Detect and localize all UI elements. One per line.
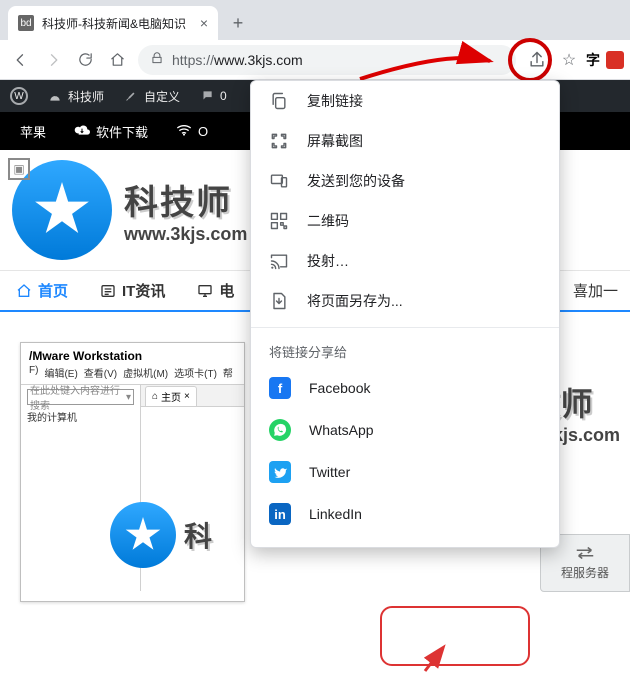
devices-icon: [269, 171, 289, 191]
swap-icon: [574, 546, 596, 560]
wp-site-name[interactable]: 科技师: [38, 80, 114, 112]
nav-it-news[interactable]: IT资讯: [84, 271, 181, 310]
vm-window-title: /Mware Workstation: [21, 343, 244, 365]
cat-apple[interactable]: 苹果: [0, 122, 60, 141]
home-icon: [16, 283, 32, 299]
tab-title: 科技师-科技新闻&电脑知识: [42, 15, 192, 32]
share-cast[interactable]: 投射…: [251, 241, 559, 281]
news-icon: [100, 283, 116, 299]
share-menu: 复制链接 屏幕截图 发送到您的设备 二维码 投射… 将页面另存为... 将链接分…: [250, 80, 560, 548]
wp-logo[interactable]: W: [0, 80, 38, 112]
wifi-icon: [176, 124, 192, 139]
gauge-icon: [48, 89, 62, 103]
share-whatsapp[interactable]: WhatsApp: [251, 409, 559, 451]
whatsapp-icon: [269, 419, 291, 441]
vm-search-input[interactable]: 在此处键入内容进行搜索▾: [27, 389, 134, 405]
browser-tabstrip: bd 科技师-科技新闻&电脑知识 × +: [0, 0, 630, 40]
image-placeholder-icon: ▣: [8, 158, 30, 180]
cat-wifi[interactable]: O: [162, 124, 222, 139]
share-screenshot[interactable]: 屏幕截图: [251, 121, 559, 161]
wp-customize[interactable]: 自定义: [114, 80, 190, 112]
close-tab-icon[interactable]: ×: [200, 15, 208, 31]
vm-tab-home[interactable]: ⌂ 主页 ×: [145, 386, 197, 406]
home-button[interactable]: [102, 45, 132, 75]
share-copy-link[interactable]: 复制链接: [251, 81, 559, 121]
cat-download[interactable]: 软件下载: [60, 122, 162, 141]
browser-tab[interactable]: bd 科技师-科技新闻&电脑知识 ×: [8, 6, 218, 40]
annotation-arrow-2: [420, 641, 450, 674]
share-save-page[interactable]: 将页面另存为...: [251, 281, 559, 321]
facebook-icon: f: [269, 377, 291, 399]
forward-button[interactable]: [38, 45, 68, 75]
nav-home[interactable]: 首页: [0, 271, 84, 310]
share-button[interactable]: [522, 45, 552, 75]
share-section-label: 将链接分享给: [251, 327, 559, 367]
brush-icon: [124, 89, 138, 103]
twitter-icon: [269, 461, 291, 483]
linkedin-icon: in: [269, 503, 291, 525]
lock-icon: [150, 51, 164, 68]
share-qr-code[interactable]: 二维码: [251, 201, 559, 241]
qr-icon: [269, 211, 289, 231]
font-menu[interactable]: 字: [586, 50, 600, 70]
bookmark-star-icon[interactable]: ☆: [554, 45, 584, 75]
crop-icon: [269, 131, 289, 151]
cast-icon: [269, 251, 289, 271]
watermark-logo-icon: [110, 502, 176, 568]
extension-icon[interactable]: [606, 51, 624, 69]
favicon-icon: bd: [18, 15, 34, 31]
home-icon: ⌂: [152, 391, 158, 402]
save-page-icon: [269, 291, 289, 311]
url-text: https://www.3kjs.com: [172, 52, 504, 68]
share-send-devices[interactable]: 发送到您的设备: [251, 161, 559, 201]
comment-icon: [200, 89, 214, 103]
share-linkedin[interactable]: in LinkedIn: [251, 493, 559, 535]
annotation-box: [380, 606, 530, 666]
back-button[interactable]: [6, 45, 36, 75]
wp-comments[interactable]: 0: [190, 80, 237, 112]
cloud-download-icon: [74, 124, 90, 139]
monitor-icon: [197, 283, 213, 299]
new-tab-button[interactable]: +: [224, 9, 252, 37]
share-facebook[interactable]: f Facebook: [251, 367, 559, 409]
watermark-text: 科: [184, 515, 212, 555]
copy-icon: [269, 91, 289, 111]
share-twitter[interactable]: Twitter: [251, 451, 559, 493]
reload-button[interactable]: [70, 45, 100, 75]
nav-tail-text: 喜加一: [573, 280, 630, 301]
site-logo-text: 科技师 www.3kjs.com: [124, 175, 247, 245]
browser-toolbar: https://www.3kjs.com ☆ 字: [0, 40, 630, 80]
omnibox[interactable]: https://www.3kjs.com: [138, 45, 516, 75]
nav-computer[interactable]: 电: [181, 271, 250, 310]
